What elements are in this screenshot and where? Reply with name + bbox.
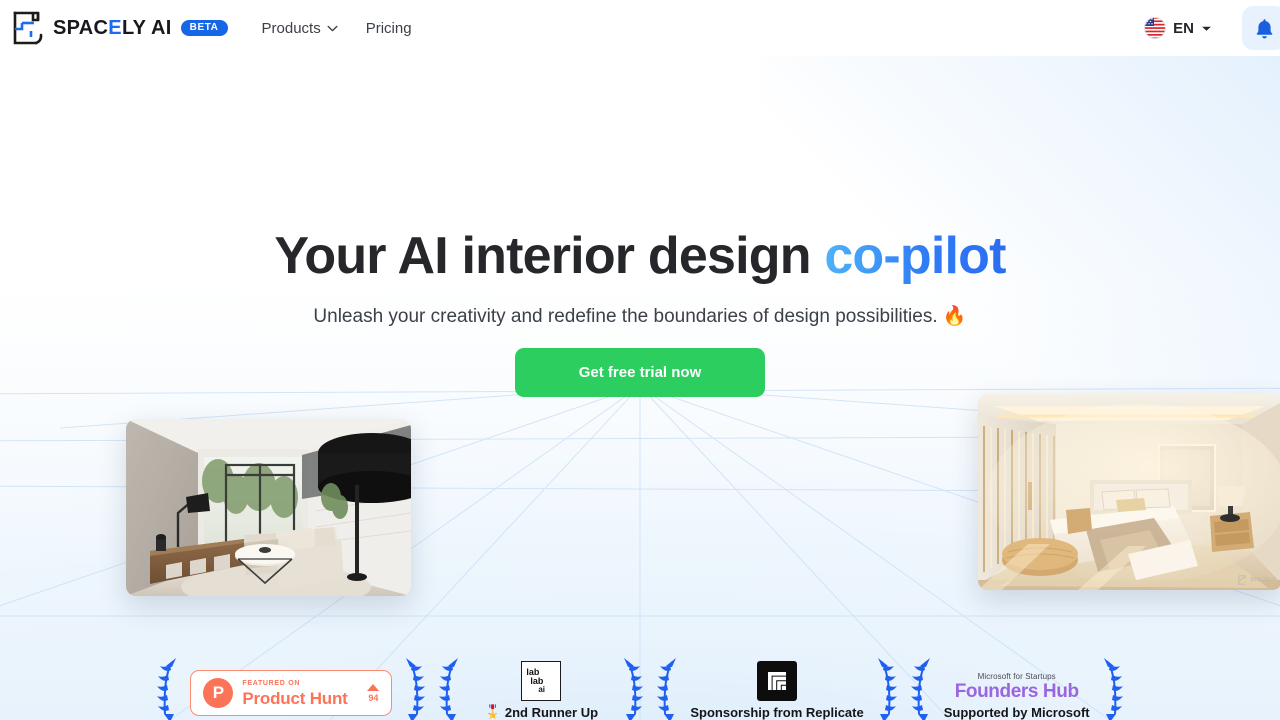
product-hunt-badge[interactable]: P FEATURED ON Product Hunt 94	[190, 670, 393, 716]
awards-strip: P FEATURED ON Product Hunt 94 lab lab ai…	[0, 648, 1280, 720]
replicate-logo-icon	[757, 661, 798, 701]
laurel-right-icon	[877, 658, 897, 720]
award-product-hunt[interactable]: P FEATURED ON Product Hunt 94	[150, 648, 432, 720]
upvote-triangle-icon	[367, 683, 380, 691]
language-code-label: EN	[1173, 19, 1194, 37]
laurel-left-icon	[910, 658, 930, 720]
laurel-right-icon	[1103, 658, 1123, 720]
award-lablab-ai[interactable]: lab lab ai 🎖️ 2nd Runner Up	[432, 648, 650, 720]
navbar-links: Products Pricing	[262, 20, 412, 37]
bell-icon	[1256, 18, 1272, 38]
notifications-button[interactable]	[1242, 6, 1280, 50]
award-microsoft-founders-hub[interactable]: Microsoft for Startups Founders Hub Supp…	[904, 648, 1130, 720]
living-room-render[interactable]	[126, 419, 411, 596]
laurel-right-icon	[624, 658, 644, 720]
bedroom-illustration	[978, 394, 1280, 590]
lablab-body: lab lab ai 🎖️ 2nd Runner Up	[466, 652, 616, 720]
page-title: Your AI interior design co-pilot	[0, 226, 1280, 286]
product-hunt-icon: P	[203, 678, 234, 708]
watermark-label: SPACELY	[1250, 577, 1276, 583]
replicate-glyph-icon	[768, 672, 787, 690]
hero-subtitle-text: Unleash your creativity and redefine the…	[313, 306, 938, 327]
nav-item-pricing[interactable]: Pricing	[366, 20, 412, 37]
product-hunt-name: Product Hunt	[242, 688, 348, 708]
us-flag-icon	[1144, 17, 1167, 39]
chevron-down-icon	[327, 25, 338, 31]
medal-emoji-icon: 🎖️	[484, 704, 501, 719]
product-hunt-text: FEATURED ON Product Hunt	[242, 680, 347, 707]
award-replicate[interactable]: Sponsorship from Replicate	[650, 648, 903, 720]
nav-item-products-label: Products	[261, 19, 321, 37]
lablab-line-3: ai	[538, 685, 546, 694]
spacely-watermark: SPACELY	[1238, 575, 1276, 585]
microsoft-caption: Supported by Microsoft	[943, 705, 1090, 720]
spacely-floorplan-logo-icon	[1238, 575, 1247, 585]
brand-name: SPACELY AI	[53, 17, 172, 40]
founders-hub-label: Founders Hub	[954, 681, 1079, 703]
brand-name-part2: LY AI	[121, 16, 172, 39]
product-hunt-body: P FEATURED ON Product Hunt 94	[184, 652, 398, 720]
brand-name-part1: SPAC	[53, 16, 109, 39]
hero-subtitle: Unleash your creativity and redefine the…	[0, 304, 1280, 328]
product-hunt-score-value: 94	[368, 692, 379, 703]
brand-logo[interactable]: SPACELY AI	[12, 11, 172, 45]
get-free-trial-button[interactable]: Get free trial now	[515, 348, 765, 397]
laurel-left-icon	[439, 658, 459, 720]
headline-main: Your AI interior design	[274, 227, 825, 285]
headline-accent: co-pilot	[824, 227, 1006, 285]
nav-item-pricing-label: Pricing	[365, 19, 412, 37]
laurel-left-icon	[157, 658, 177, 720]
top-navbar: SPACELY AI BETA Products Pricing EN	[0, 0, 1280, 56]
chevron-down-icon	[1202, 26, 1211, 31]
cta-container: Get free trial now	[0, 348, 1280, 397]
lablab-logo-icon: lab lab ai	[521, 661, 562, 701]
product-hunt-score: 94	[367, 683, 380, 703]
replicate-body: Sponsorship from Replicate	[684, 652, 869, 720]
bedroom-render[interactable]: SPACELY	[978, 394, 1280, 590]
hero-section: Your AI interior design co-pilot Unleash…	[0, 56, 1280, 720]
replicate-caption: Sponsorship from Replicate	[690, 705, 864, 720]
language-switcher[interactable]: EN	[1144, 17, 1212, 39]
spacely-floorplan-logo-icon	[13, 11, 43, 45]
beta-badge: BETA	[180, 20, 228, 36]
landing-page: SPACELY AI BETA Products Pricing EN Your…	[0, 0, 1280, 720]
product-hunt-featured-label: FEATURED ON	[242, 679, 301, 687]
laurel-right-icon	[406, 658, 426, 720]
microsoft-body: Microsoft for Startups Founders Hub Supp…	[938, 652, 1096, 720]
navbar-left: SPACELY AI BETA Products Pricing	[0, 11, 412, 45]
fire-emoji-icon: 🔥	[942, 306, 967, 327]
nav-item-products[interactable]: Products	[262, 20, 338, 37]
brand-name-highlight: E	[108, 16, 122, 39]
living-room-illustration	[126, 419, 411, 596]
laurel-left-icon	[657, 658, 677, 720]
navbar-right: EN	[1144, 6, 1280, 50]
microsoft-for-startups-label: Microsoft for Startups	[977, 672, 1056, 682]
lablab-caption-text: 2nd Runner Up	[504, 704, 599, 720]
lablab-caption: 🎖️ 2nd Runner Up	[485, 704, 598, 720]
